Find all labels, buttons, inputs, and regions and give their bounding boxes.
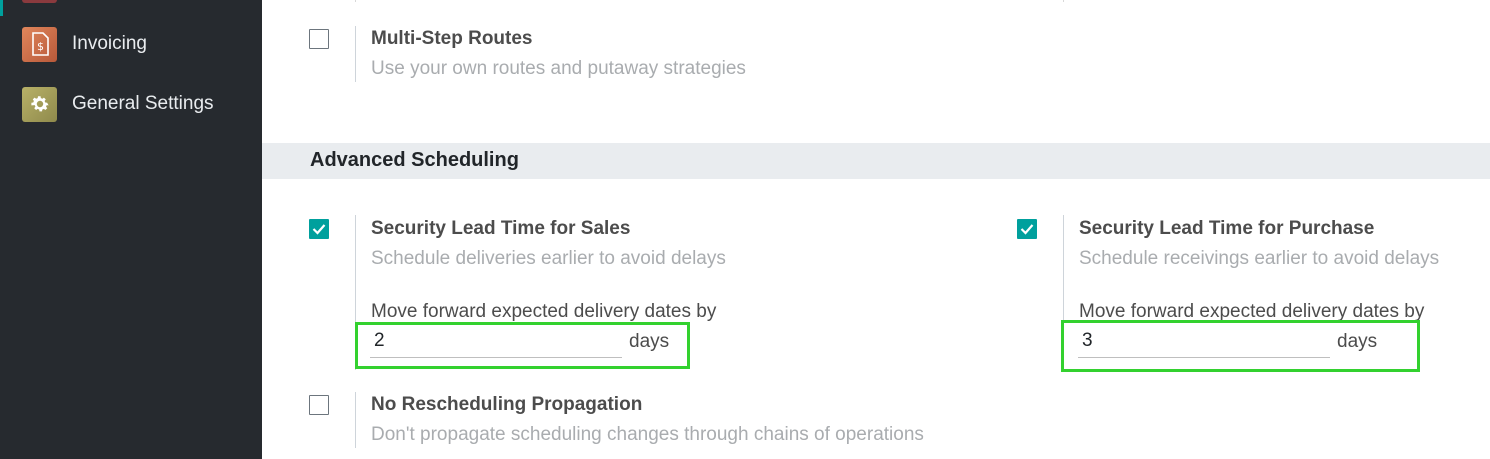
security-lead-sales-field-label: Move forward expected delivery dates by: [371, 301, 717, 322]
checkmark-icon: [312, 224, 326, 235]
settings-content: Multi-Step Routes Use your own routes an…: [262, 0, 1490, 459]
security-lead-purchase-description: Schedule receivings earlier to avoid del…: [1079, 248, 1440, 269]
divider: [355, 0, 356, 2]
sidebar-item-label: General Settings: [72, 93, 214, 114]
security-lead-sales-title: Security Lead Time for Sales: [371, 218, 631, 239]
sidebar-item-general-settings[interactable]: General Settings: [22, 86, 214, 122]
svg-text:$: $: [37, 40, 44, 53]
security-lead-sales-checkbox[interactable]: [309, 219, 329, 239]
invoice-dollar-icon: $: [22, 26, 57, 62]
no-rescheduling-description: Don't propagate scheduling changes throu…: [371, 424, 924, 445]
security-lead-purchase-checkbox[interactable]: [1017, 219, 1037, 239]
divider: [355, 392, 356, 448]
multi-step-routes-checkbox[interactable]: [309, 29, 329, 49]
gear-icon: [22, 86, 57, 122]
sidebar-item-label: Invoicing: [72, 33, 147, 54]
multi-step-routes-title: Multi-Step Routes: [371, 28, 533, 49]
divider: [1063, 0, 1064, 2]
highlight-box: [355, 322, 690, 369]
no-rescheduling-title: No Rescheduling Propagation: [371, 394, 643, 415]
highlight-box: [1061, 320, 1420, 372]
security-lead-purchase-title: Security Lead Time for Purchase: [1079, 218, 1375, 239]
no-rescheduling-checkbox[interactable]: [309, 395, 329, 415]
app-sidebar: $ Invoicing General Settings: [0, 0, 262, 459]
multi-step-routes-description: Use your own routes and putaway strategi…: [371, 58, 746, 79]
section-header: Advanced Scheduling: [262, 143, 1490, 179]
previous-app-icon[interactable]: [22, 0, 57, 3]
divider: [355, 26, 356, 82]
section-title: Advanced Scheduling: [310, 149, 519, 171]
checkmark-icon: [1020, 224, 1034, 235]
security-lead-sales-description: Schedule deliveries earlier to avoid del…: [371, 248, 726, 269]
active-indicator: [0, 0, 3, 16]
sidebar-item-invoicing[interactable]: $ Invoicing: [22, 26, 147, 62]
